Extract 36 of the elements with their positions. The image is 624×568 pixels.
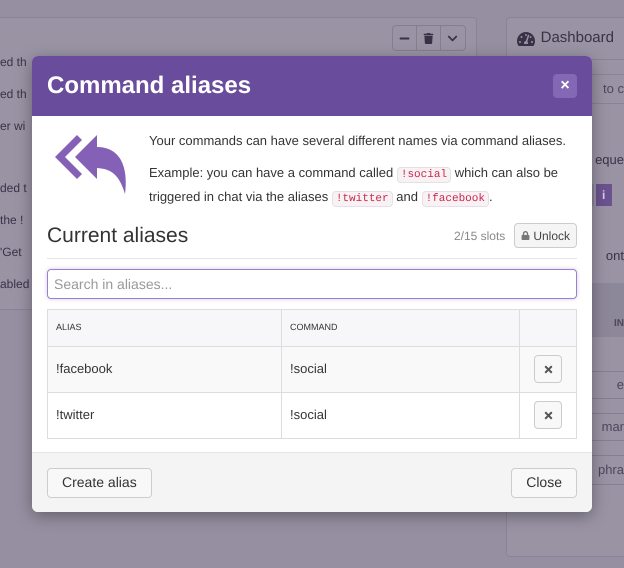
activity-text: ded t	[0, 180, 27, 197]
section-title: Current aliases	[47, 223, 188, 249]
create-alias-button[interactable]: Create alias	[47, 468, 152, 498]
close-icon	[542, 410, 554, 420]
modal-title: Command aliases	[47, 71, 252, 101]
close-button[interactable]: ×	[553, 74, 577, 98]
table-cell: !social	[282, 346, 520, 392]
field-text: to c	[603, 80, 624, 98]
intro-text: Your commands can have several different names via command aliases.	[149, 132, 567, 150]
section-heading: eque	[595, 151, 624, 169]
activity-text: ed th	[0, 54, 27, 71]
table-cell: !twitter	[48, 392, 282, 438]
table-cell: !facebook	[48, 346, 282, 392]
example-text: Example: you can have a command called !social which can also be triggered in chat via the aliases !twitter and !facebook .	[149, 164, 560, 209]
column-header: COMMAND	[282, 309, 520, 346]
delete-alias-button[interactable]	[534, 401, 562, 429]
chevron-down-icon	[447, 32, 458, 44]
activity-text: 'Get	[0, 244, 22, 261]
panel-title: Dashboard	[540, 28, 614, 48]
table-cell: !social	[282, 392, 520, 438]
section-heading: ont	[606, 246, 624, 264]
close-dialog-button[interactable]: Close	[511, 468, 577, 498]
trash-icon	[422, 32, 434, 44]
delete-alias-button[interactable]	[534, 355, 562, 383]
gauge-icon	[516, 30, 535, 48]
activity-text: er wi	[0, 118, 26, 135]
unlock-button[interactable]: Unlock	[514, 223, 577, 248]
lock-icon	[521, 231, 530, 240]
info-button[interactable]: i	[596, 184, 612, 206]
slot-count: 2/15 slots	[454, 228, 506, 245]
activity-text: the !	[0, 212, 24, 229]
search-field[interactable]: Search in aliases...	[47, 268, 577, 298]
activity-text: ed th	[0, 86, 27, 103]
column-header: ALIAS	[48, 309, 282, 346]
activity-text: abled	[0, 276, 30, 293]
close-icon	[542, 364, 554, 374]
